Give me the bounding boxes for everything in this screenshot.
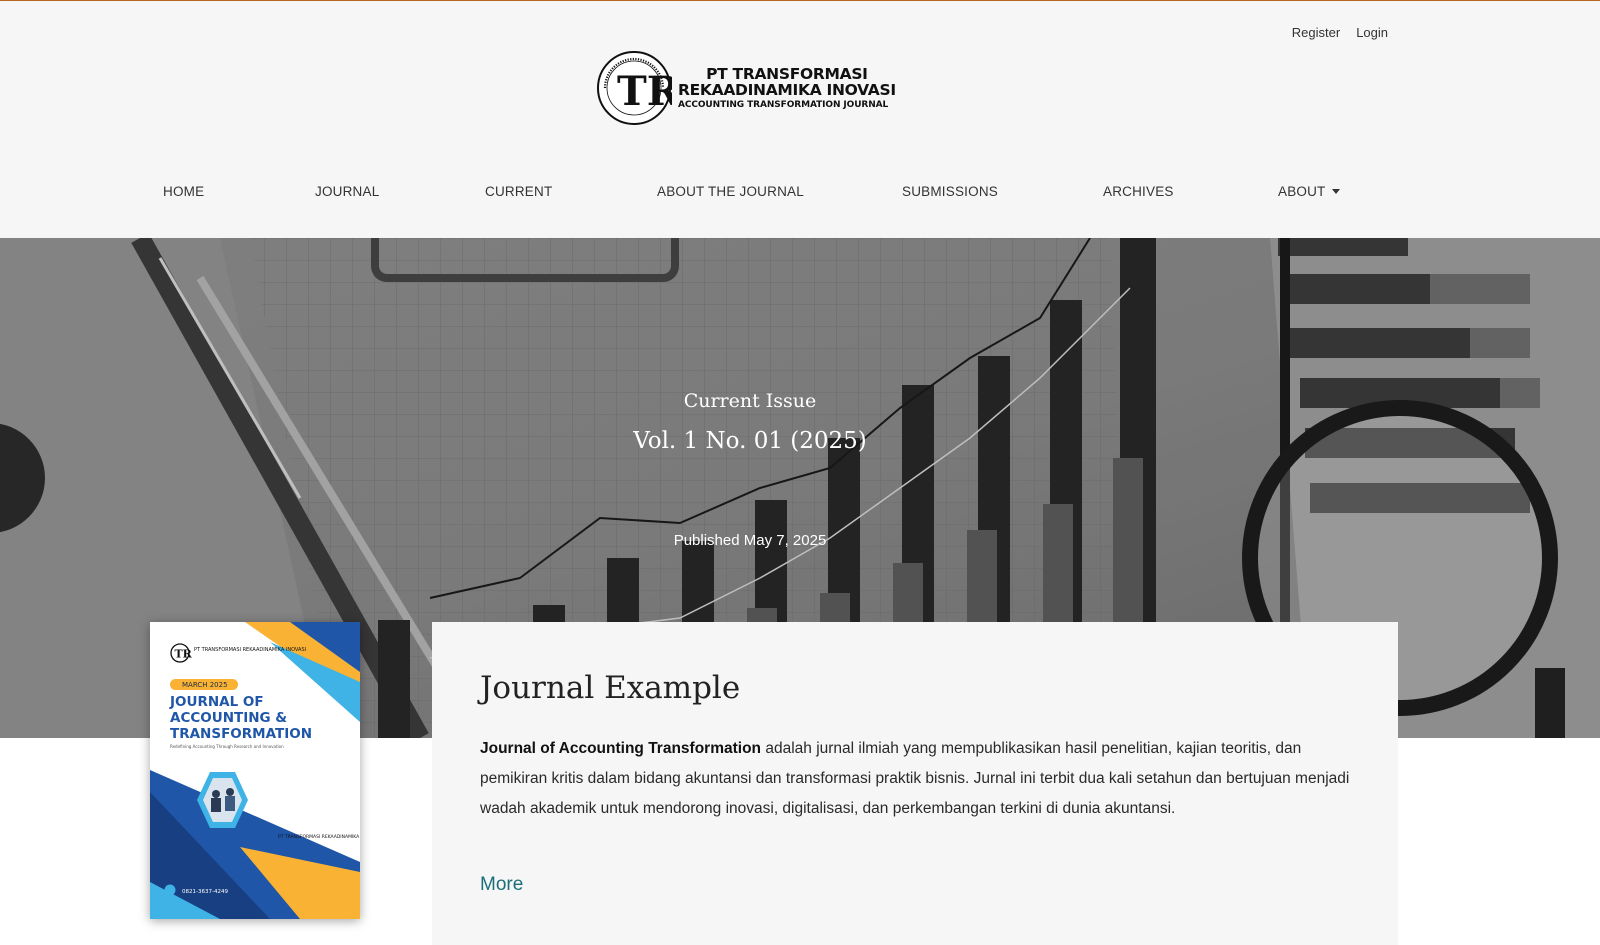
journal-about-card: Journal Example Journal of Accounting Tr… xyxy=(432,622,1398,945)
caret-down-icon xyxy=(1331,188,1340,194)
svg-text:TR: TR xyxy=(617,68,672,115)
cover-publisher: PT TRANSFORMASI REKAADINAMIKA INOVASI xyxy=(194,647,306,653)
logo-emblem-icon: TR xyxy=(597,51,672,125)
main-nav: HOME JOURNAL CURRENT ABOUT THE JOURNAL S… xyxy=(0,184,1600,204)
nav-submissions[interactable]: SUBMISSIONS xyxy=(902,184,998,199)
nav-about-dropdown[interactable]: ABOUT xyxy=(1278,184,1340,199)
hero-issue-link[interactable]: Vol. 1 No. 01 (2025) xyxy=(0,428,1500,454)
description-fade xyxy=(432,828,1398,868)
cover-badge: MARCH 2025 xyxy=(182,681,228,689)
site-logo[interactable]: TR PT TRANSFORMASI REKAADINAMIKA INOVASI… xyxy=(596,49,896,127)
cover-publisher-bottom: PT TRANSFORMASI REKAADINAMIKA INOVASI xyxy=(278,834,360,840)
login-link[interactable]: Login xyxy=(1356,25,1388,40)
journal-description: Journal of Accounting Transformation ada… xyxy=(480,734,1350,824)
hero-published-date: Published May 7, 2025 xyxy=(673,532,827,549)
logo-line-1: PT TRANSFORMASI xyxy=(706,64,868,83)
register-link[interactable]: Register xyxy=(1292,25,1340,40)
journal-name: Journal of Accounting Transformation xyxy=(480,740,762,757)
nav-about-the-journal[interactable]: ABOUT THE JOURNAL xyxy=(657,184,804,199)
logo-line-2: REKAADINAMIKA INOVASI xyxy=(678,80,896,99)
issue-cover-image[interactable]: TR PT TRANSFORMASI REKAADINAMIKA INOVASI… xyxy=(150,622,360,919)
more-link[interactable]: More xyxy=(480,874,523,896)
cover-title-3: TRANSFORMATION xyxy=(170,726,312,742)
nav-about-label: ABOUT xyxy=(1278,184,1326,199)
svg-text:TR: TR xyxy=(175,648,193,661)
cover-title-2: ACCOUNTING & xyxy=(170,710,287,726)
cover-tagline: Redefining Accounting Through Research a… xyxy=(170,744,284,749)
journal-title: Journal Example xyxy=(480,670,741,706)
cover-artwork: TR PT TRANSFORMASI REKAADINAMIKA INOVASI… xyxy=(150,622,360,919)
nav-home[interactable]: HOME xyxy=(163,184,204,199)
user-nav: Register Login xyxy=(1292,25,1388,40)
nav-journal[interactable]: JOURNAL xyxy=(315,184,379,199)
site-header: Register Login TR PT TRANSFORMASI REKAAD… xyxy=(0,1,1600,238)
nav-current[interactable]: CURRENT xyxy=(485,184,552,199)
cover-title-1: JOURNAL OF xyxy=(169,694,264,710)
cover-phone: 0821-3637-4249 xyxy=(182,889,228,895)
logo-line-3: ACCOUNTING TRANSFORMATION JOURNAL xyxy=(678,100,889,111)
hero-current-issue-label: Current Issue xyxy=(683,390,817,412)
nav-archives[interactable]: ARCHIVES xyxy=(1103,184,1174,199)
